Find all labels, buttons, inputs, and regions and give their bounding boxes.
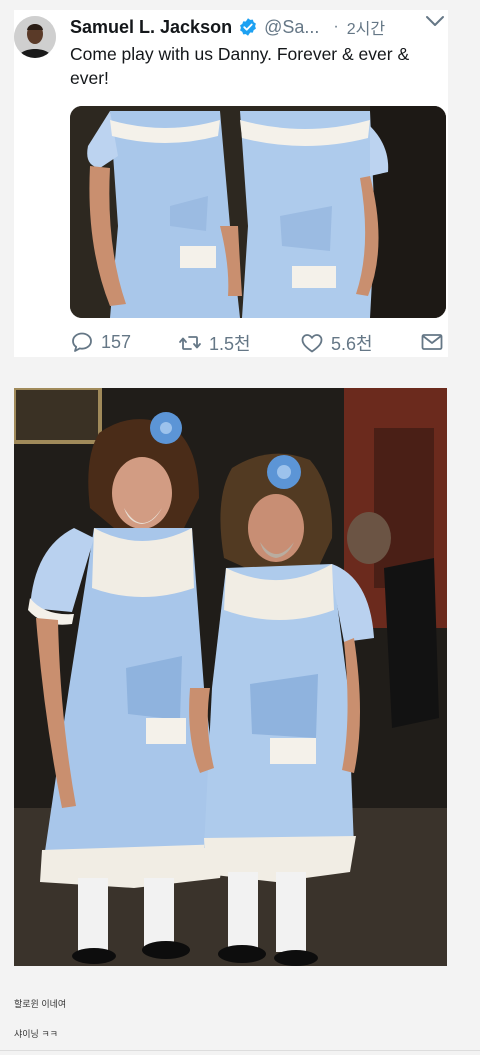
author-name[interactable]: Samuel L. Jackson	[70, 17, 232, 38]
like-button[interactable]: 5.6천	[300, 330, 373, 356]
tweet-actions: 157 1.5천 5.6천	[70, 330, 446, 358]
reply-icon	[72, 332, 92, 352]
reply-count: 157	[101, 331, 132, 352]
comment-text: 할로윈 이네여	[14, 999, 67, 1009]
verified-badge-icon	[240, 18, 256, 36]
tweet-timestamp[interactable]: 2시간	[347, 15, 385, 39]
reply-button[interactable]: 157	[70, 330, 131, 354]
retweet-count: 1.5천	[209, 334, 251, 354]
divider	[0, 1050, 480, 1051]
tweet-text: Come play with us Danny. Forever & ever …	[70, 44, 410, 88]
tweet-photo[interactable]	[70, 106, 446, 318]
costume-photo	[14, 388, 447, 966]
tweet-header: Samuel L. Jackson @Sa... · 2시간	[70, 15, 448, 39]
retweet-button[interactable]: 1.5천	[178, 330, 251, 356]
comment-text: 샤이닝 ㅋㅋ	[14, 1029, 58, 1039]
direct-message-button[interactable]	[420, 330, 451, 354]
like-count: 5.6천	[331, 334, 373, 354]
author-avatar[interactable]	[14, 16, 56, 58]
envelope-icon	[421, 334, 443, 350]
retweet-icon	[179, 336, 201, 350]
header-separator: ·	[333, 18, 339, 35]
chevron-down-icon[interactable]	[424, 12, 446, 30]
author-handle[interactable]: @Sa...	[264, 17, 319, 38]
heart-icon	[301, 334, 323, 353]
tweet-card[interactable]: Samuel L. Jackson @Sa... · 2시간 Come play…	[14, 10, 448, 357]
